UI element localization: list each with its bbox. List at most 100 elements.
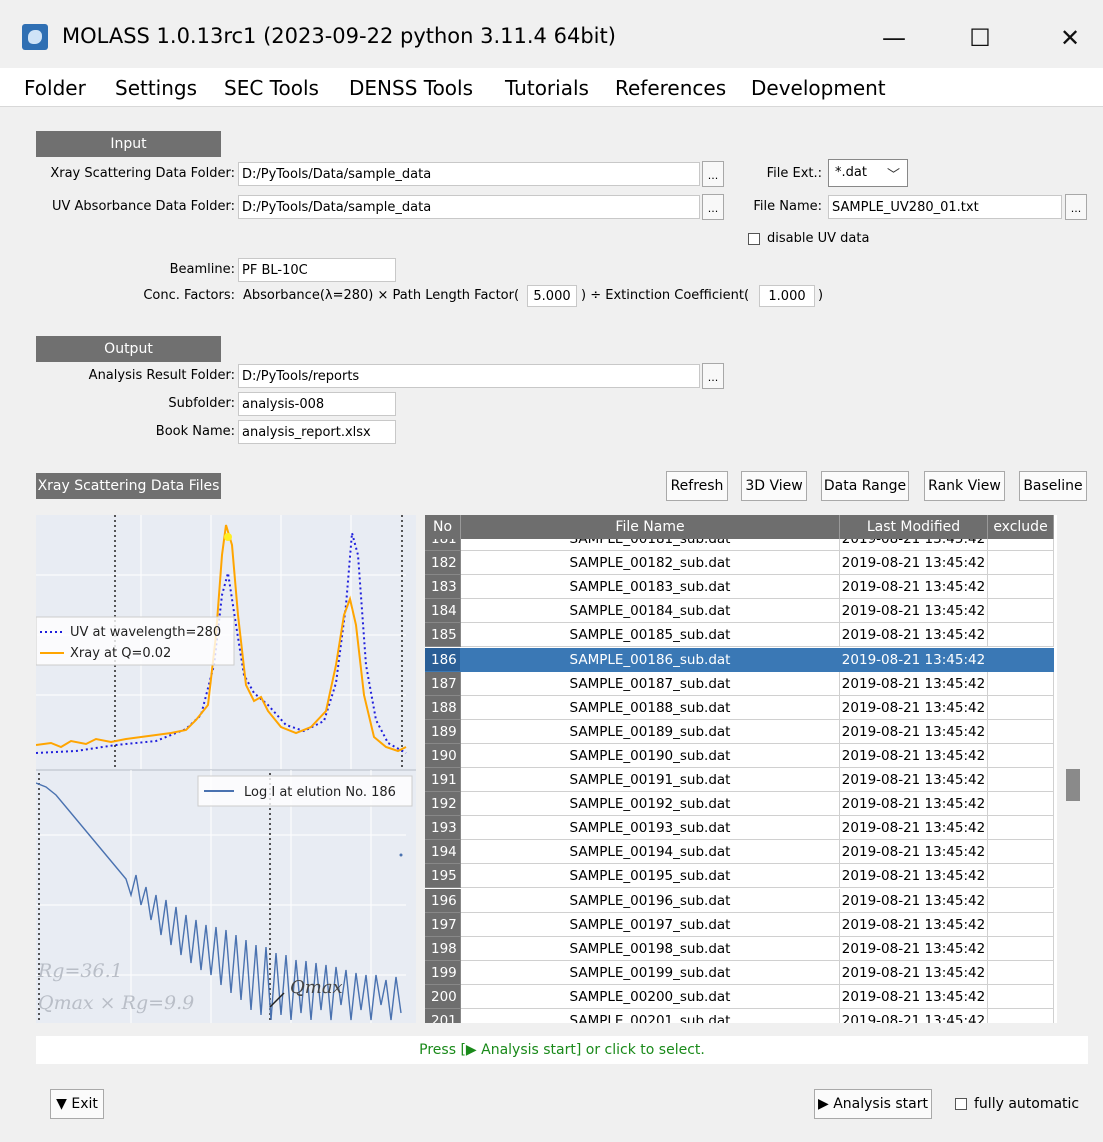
book-name-label: Book Name: [155,424,235,439]
status-message: Press [▶ Analysis start] or click to sel… [36,1036,1088,1064]
file-name-browse-button[interactable]: ... [1065,194,1087,220]
row-file-name: SAMPLE_00185_sub.dat [461,623,840,648]
row-last-modified: 2019-08-21 13:45:42 [840,936,988,961]
conc-formula-part2: ) ÷ Extinction Coefficient( [581,288,750,303]
table-row[interactable]: 198 SAMPLE_00198_sub.dat 2019-08-21 13:45:… [425,936,1057,961]
exit-button[interactable]: ▼ Exit [50,1089,104,1119]
uv-folder-input[interactable]: D:/PyTools/Data/sample_data [238,195,700,219]
row-exclude [988,1009,1054,1023]
row-last-modified: 2019-08-21 13:45:42 [840,671,988,696]
menu-development[interactable]: Development [751,76,886,100]
table-row[interactable]: 188 SAMPLE_00188_sub.dat 2019-08-21 13:45:… [425,695,1057,720]
refresh-button[interactable]: Refresh [666,471,728,501]
row-exclude [988,575,1054,600]
row-last-modified: 2019-08-21 13:45:42 [840,984,988,1009]
header-no[interactable]: No [425,515,461,539]
beamline-input[interactable]: PF BL-10C [238,258,396,282]
row-no: 195 [425,864,461,889]
row-no: 199 [425,960,461,985]
row-last-modified: 2019-08-21 13:45:42 [840,551,988,576]
menu-references[interactable]: References [615,76,726,100]
row-exclude [988,888,1054,913]
header-exclude[interactable]: exclude [988,515,1054,539]
table-scrollbar[interactable] [1058,515,1088,1023]
header-last-modified[interactable]: Last Modified [840,515,988,539]
row-exclude [988,623,1054,648]
row-last-modified: 2019-08-21 13:45:42 [840,960,988,985]
table-row[interactable]: 187 SAMPLE_00187_sub.dat 2019-08-21 13:45:… [425,671,1057,696]
row-file-name: SAMPLE_00182_sub.dat [461,551,840,576]
menu-tutorials[interactable]: Tutorials [505,76,589,100]
menu-folder[interactable]: Folder [24,76,86,100]
row-last-modified: 2019-08-21 13:45:42 [840,695,988,720]
row-file-name: SAMPLE_00195_sub.dat [461,864,840,889]
table-row[interactable]: 184 SAMPLE_00184_sub.dat 2019-08-21 13:45:… [425,599,1057,624]
file-name-input[interactable]: SAMPLE_UV280_01.txt [828,195,1062,219]
header-file-name[interactable]: File Name [461,515,840,539]
subfolder-input[interactable]: analysis-008 [238,392,396,416]
conc-formula-part3: ) [818,288,824,303]
table-row[interactable]: 189 SAMPLE_00189_sub.dat 2019-08-21 13:45:… [425,719,1057,744]
row-no: 196 [425,888,461,913]
disable-uv-checkbox[interactable] [748,233,760,245]
table-row[interactable]: 196 SAMPLE_00196_sub.dat 2019-08-21 13:45:… [425,888,1057,913]
table-row[interactable]: 185 SAMPLE_00185_sub.dat 2019-08-21 13:45:… [425,623,1057,648]
analysis-start-button[interactable]: ▶ Analysis start [814,1089,932,1119]
extinction-coefficient-input[interactable]: 1.000 [759,285,815,307]
row-exclude [988,936,1054,961]
row-file-name: SAMPLE_00199_sub.dat [461,960,840,985]
file-table[interactable]: No File Name Last Modified exclude 181 SA… [425,515,1057,1023]
table-row[interactable]: 199 SAMPLE_00199_sub.dat 2019-08-21 13:45:… [425,960,1057,985]
result-folder-label: Analysis Result Folder: [88,368,235,383]
table-row[interactable]: 200 SAMPLE_00200_sub.dat 2019-08-21 13:45:… [425,984,1057,1009]
rank-view-button[interactable]: Rank View [924,471,1005,501]
title-bar: MOLASS 1.0.13rc1 (2023-09-22 python 3.11… [0,0,1103,66]
table-row[interactable]: 195 SAMPLE_00195_sub.dat 2019-08-21 13:45:… [425,864,1057,889]
row-last-modified: 2019-08-21 13:45:42 [840,1009,988,1023]
row-file-name: SAMPLE_00196_sub.dat [461,888,840,913]
row-last-modified: 2019-08-21 13:45:42 [840,888,988,913]
3d-view-button[interactable]: 3D View [741,471,807,501]
row-exclude [988,551,1054,576]
plot-area[interactable]: UV at wavelength=280 Xray at Q=0.02 Log … [36,515,416,1023]
book-name-input[interactable]: analysis_report.xlsx [238,420,396,444]
table-row[interactable]: 194 SAMPLE_00194_sub.dat 2019-08-21 13:45:… [425,840,1057,865]
row-exclude [988,792,1054,817]
table-row[interactable]: 191 SAMPLE_00191_sub.dat 2019-08-21 13:45:… [425,768,1057,792]
table-row[interactable]: 183 SAMPLE_00183_sub.dat 2019-08-21 13:45:… [425,575,1057,600]
data-range-button[interactable]: Data Range [821,471,909,501]
xray-browse-button[interactable]: ... [702,161,724,187]
table-row[interactable]: 186 SAMPLE_00186_sub.dat 2019-08-21 13:45:… [425,647,1057,672]
menu-settings[interactable]: Settings [115,76,197,100]
scrollbar-thumb[interactable] [1066,769,1080,801]
row-last-modified: 2019-08-21 13:45:42 [840,719,988,744]
row-exclude [988,864,1054,889]
table-row[interactable]: 192 SAMPLE_00192_sub.dat 2019-08-21 13:45:… [425,792,1057,817]
uv-browse-button[interactable]: ... [702,194,724,220]
maximize-button[interactable]: ☐ [950,18,1010,58]
row-no: 191 [425,768,461,792]
table-row[interactable]: 197 SAMPLE_00197_sub.dat 2019-08-21 13:45:… [425,912,1057,937]
result-browse-button[interactable]: ... [702,363,724,389]
result-folder-input[interactable]: D:/PyTools/reports [238,364,700,388]
xray-folder-input[interactable]: D:/PyTools/Data/sample_data [238,162,700,186]
menu-sec-tools[interactable]: SEC Tools [224,76,319,100]
row-file-name: SAMPLE_00201_sub.dat [461,1009,840,1023]
path-length-factor-input[interactable]: 5.000 [527,285,577,307]
rg-annotation: Rg=36.1 [37,960,123,982]
row-no: 201 [425,1009,461,1023]
close-button[interactable]: ✕ [1040,18,1100,58]
menu-denss-tools[interactable]: DENSS Tools [349,76,473,100]
file-ext-select[interactable]: *.dat ﹀ [828,159,908,187]
fully-automatic-checkbox[interactable] [955,1098,967,1110]
row-exclude [988,912,1054,937]
table-row[interactable]: 190 SAMPLE_00190_sub.dat 2019-08-21 13:45:… [425,743,1057,768]
table-row[interactable]: 193 SAMPLE_00193_sub.dat 2019-08-21 13:45:… [425,816,1057,841]
row-last-modified: 2019-08-21 13:45:42 [840,912,988,937]
baseline-button[interactable]: Baseline [1019,471,1087,501]
table-row[interactable]: 182 SAMPLE_00182_sub.dat 2019-08-21 13:45:… [425,551,1057,576]
table-row[interactable]: 201 SAMPLE_00201_sub.dat 2019-08-21 13:45:… [425,1009,1057,1023]
legend-log: Log I at elution No. 186 [244,785,396,800]
menu-bar: Folder Settings SEC Tools DENSS Tools Tu… [0,68,1103,107]
minimize-button[interactable]: — [864,18,924,58]
